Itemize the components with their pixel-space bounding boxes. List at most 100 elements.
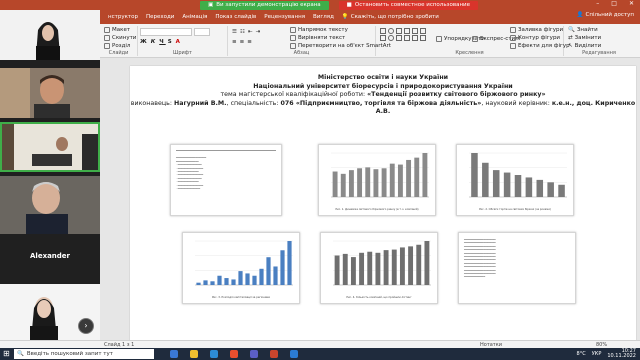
file-explorer-icon[interactable]	[190, 350, 198, 358]
chart-panel-3[interactable]: Рис. 3. Розподіл капіталізації за регіон…	[182, 232, 300, 304]
shape-outline-label: Контур фігури	[518, 35, 561, 41]
replace-button[interactable]: ⇄ Замінити	[568, 35, 601, 41]
brace-shape-icon	[396, 35, 402, 41]
tab-animation[interactable]: Анімація	[182, 14, 207, 20]
word-icon[interactable]	[290, 350, 298, 358]
reset-label: Скинути	[112, 35, 137, 41]
ribbon-right-tools: 👤 Спільний доступ	[577, 12, 634, 18]
lightbulb-icon: 💡	[341, 14, 349, 20]
align-right-icon: ≡	[247, 39, 253, 45]
slide-title-block[interactable]: Міністерство освіти і науки України Наці…	[130, 74, 636, 117]
layout-button[interactable]: Макет	[104, 27, 130, 33]
section-button[interactable]: Розділ	[104, 43, 130, 49]
clock[interactable]: 10:27 10.11.2022	[607, 349, 636, 359]
chart-bar	[332, 171, 338, 197]
shape-fill-button[interactable]: Заливка фігури	[510, 27, 563, 33]
line-shape-icon	[396, 28, 402, 34]
system-tray: 8°C УКР 10:27 10.11.2022	[577, 348, 636, 360]
clock-date: 10.11.2022	[607, 353, 636, 359]
chart-bar	[334, 255, 340, 285]
chart-1-caption: Рис. 1. Динаміка світового біржового рин…	[335, 208, 419, 211]
video-tile-5[interactable]: ›	[0, 284, 100, 340]
share-button[interactable]: 👤 Спільний доступ	[577, 12, 634, 18]
person-icon: 👤	[576, 12, 584, 18]
video-tile-2[interactable]	[0, 68, 100, 118]
stop-sharing-button[interactable]: ■ Остановить совместное использование	[338, 0, 479, 10]
star-shape-icon	[420, 28, 426, 34]
author-line: виконавець: Нагурний В.М., спеціальність…	[130, 100, 636, 117]
windows-start-icon[interactable]: ⊞	[3, 349, 10, 358]
editing-group-label: Редагування	[582, 50, 616, 56]
task-view-icon[interactable]	[170, 350, 178, 358]
slide[interactable]: Міністерство освіти і науки України Наці…	[130, 66, 636, 344]
align-buttons[interactable]: ≡ ≡ ≡	[232, 39, 253, 45]
chart-bar	[340, 173, 346, 197]
video-tile-1[interactable]	[0, 10, 100, 60]
chart-bar	[525, 177, 533, 197]
slide-canvas-area: Міністерство освіти і науки України Наці…	[120, 58, 640, 344]
curve-shape-icon	[420, 35, 426, 41]
reset-button[interactable]: Скинути	[104, 35, 136, 41]
text-panel-1[interactable]: ━━━━━━━━━━━━━━━━━━━━ ━━━━━━━━━━━━━━━ · ━…	[170, 144, 282, 216]
chart-panel-1[interactable]: Рис. 1. Динаміка світового біржового рин…	[318, 144, 436, 216]
select-button[interactable]: ↖ Виділити	[568, 43, 601, 49]
minimize-button[interactable]: –	[596, 0, 599, 7]
chart-bar	[381, 168, 387, 197]
supervisor-prefix: , науковий керівник:	[481, 99, 552, 107]
taskbar-search-box[interactable]: 🔍 Введіть пошуковий запит тут	[14, 349, 154, 359]
chart-bar	[259, 268, 264, 285]
chart-bar	[280, 250, 285, 285]
smartart-icon	[290, 43, 296, 49]
text-direction-button[interactable]: Напрямок тексту	[290, 27, 348, 33]
tab-transitions[interactable]: Переходи	[146, 14, 174, 20]
shapes-gallery[interactable]	[380, 28, 427, 41]
chart-bar	[238, 271, 243, 285]
section-icon	[104, 43, 110, 49]
align-text-button[interactable]: Вирівняти текст	[290, 35, 345, 41]
teams-icon[interactable]	[250, 350, 258, 358]
quick-styles-icon	[472, 36, 478, 42]
screen-share-banner: ▣ Ви запустили демонстрацію екрана ■ Ост…	[200, 0, 479, 10]
chevron-right-icon[interactable]: ›	[78, 318, 94, 334]
font-format-buttons[interactable]: Ж К Ч S A	[140, 39, 182, 45]
chart-panel-4[interactable]: Рис. 4. Кількість компаній, що пройшли л…	[320, 232, 438, 304]
text-panel-2[interactable]: ━━━━━━━━━━━━━━━━━━━━━ ━━━━━━━━━━━━━━━━━━…	[458, 232, 576, 304]
find-button[interactable]: 🔍 Знайти	[568, 27, 598, 33]
weather-text[interactable]: 8°C	[577, 351, 586, 357]
drawing-group: Упорядкувати Експрес-стилі Заливка фігур…	[376, 26, 570, 56]
tab-design[interactable]: нструктор	[108, 14, 138, 20]
font-size-box[interactable]	[194, 28, 210, 36]
chrome-icon[interactable]	[230, 350, 238, 358]
tell-me-search[interactable]: 💡 Скажіть, що потрібно зробити	[342, 14, 439, 20]
topic-prefix: тема магістерської кваліфікаційної робот…	[220, 91, 368, 99]
chart-panel-2[interactable]: Рис. 2. Обсяги торгів на світових біржах…	[456, 144, 574, 216]
chart-bar	[471, 153, 478, 197]
font-group-label: Шрифт	[173, 50, 192, 56]
arrange-icon	[436, 36, 442, 42]
shape-outline-button[interactable]: Контур фігури	[510, 35, 560, 41]
font-name-box[interactable]	[140, 28, 192, 36]
rect-shape-icon	[380, 28, 386, 34]
shape-effects-label: Ефекти для фігур	[518, 43, 570, 49]
chart-3-caption: Рис. 3. Розподіл капіталізації за регіон…	[211, 296, 271, 299]
topic-title: «Тенденції розвитку світового біржового …	[367, 91, 546, 99]
chart-bar	[273, 266, 278, 285]
video-tile-4[interactable]	[0, 176, 100, 234]
editing-group: 🔍 Знайти ⇄ Замінити ↖ Виділити Редагуван…	[564, 26, 634, 56]
edge-icon[interactable]	[210, 350, 218, 358]
shape-effects-button[interactable]: Ефекти для фігур	[510, 43, 570, 49]
language-indicator[interactable]: УКР	[592, 351, 602, 357]
video-tile-3-active[interactable]	[0, 122, 100, 172]
close-button[interactable]: ✕	[629, 0, 634, 7]
tab-review[interactable]: Рецензування	[264, 14, 305, 20]
rounded-shape-icon	[380, 35, 386, 41]
tab-view[interactable]: Вигляд	[313, 14, 334, 20]
slide-thumbnails-pane	[100, 58, 120, 338]
maximize-button[interactable]: □	[611, 0, 617, 7]
tab-slideshow[interactable]: Показ слайдів	[215, 14, 256, 20]
powerpoint-icon[interactable]	[270, 350, 278, 358]
numbering-icon: ☷	[239, 29, 246, 35]
list-buttons[interactable]: ☰ ☷ ⇤ ⇥	[232, 29, 261, 35]
chart-bar	[224, 278, 229, 285]
align-text-icon	[290, 35, 296, 41]
